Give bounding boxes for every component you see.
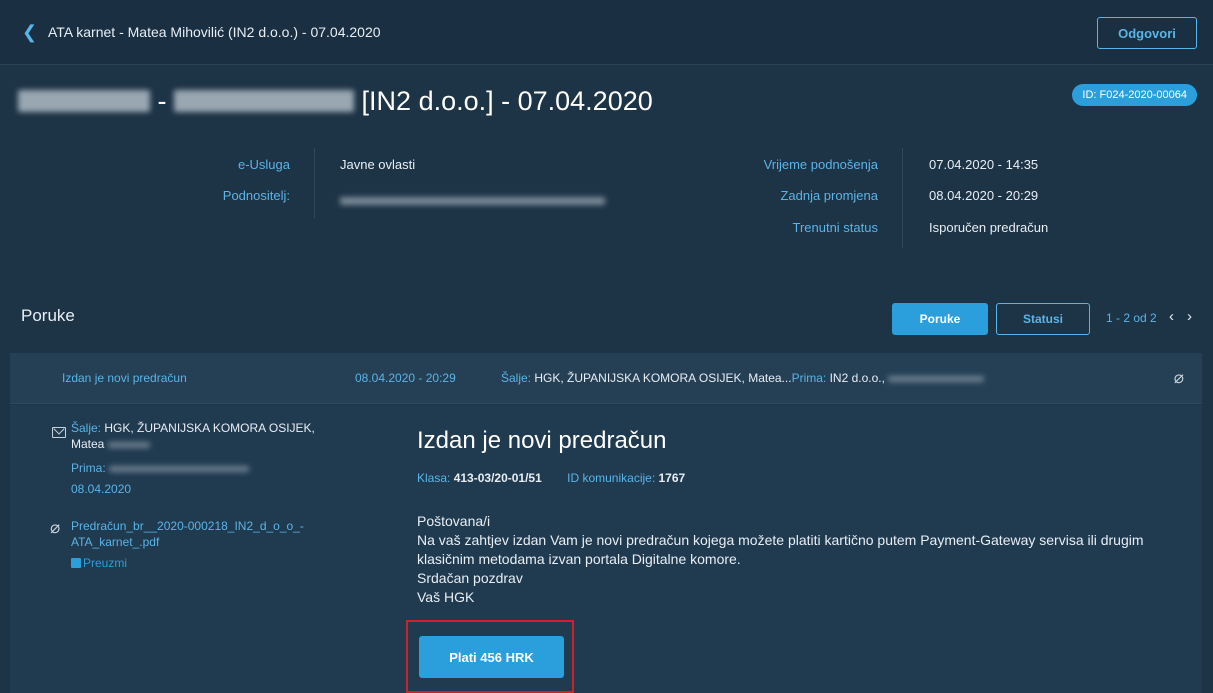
podnositelj-label: Podnositelj:: [222, 188, 290, 203]
message-date: 08.04.2020: [71, 482, 132, 496]
title-rest: [IN2 d.o.o.] - 07.04.2020: [361, 86, 653, 116]
reply-button[interactable]: Odgovori: [1097, 17, 1197, 49]
chevron-left-icon[interactable]: ❮: [22, 22, 42, 42]
id-badge: ID: F024-2020-00064: [1072, 84, 1197, 106]
body-signature: Vaš HGK: [417, 589, 475, 605]
current-status-label: Trenutni status: [792, 220, 878, 235]
pager-text: 1 - 2 od 2: [1106, 311, 1157, 325]
download-label: Preuzmi: [83, 556, 128, 570]
redacted-text: [18, 89, 150, 112]
klasa-label: Klasa:: [417, 471, 451, 485]
topbar-title: ATA karnet - Matea Mihovilić (IN2 d.o.o.…: [48, 24, 381, 40]
body-paragraph: Na vaš zahtjev izdan Vam je novi predrač…: [417, 532, 1144, 567]
redacted-text: [107, 441, 150, 448]
last-change-label: Zadnja promjena: [780, 188, 878, 203]
message-body: Poštovana/i Na vaš zahtjev izdan Vam je …: [417, 512, 1177, 607]
download-link[interactable]: Preuzmi: [71, 555, 127, 571]
message-detail: Šalje: HGK, ŽUPANIJSKA KOMORA OSIJEK, Ma…: [10, 405, 1202, 693]
sender-block: Šalje: HGK, ŽUPANIJSKA KOMORA OSIJEK, Ma…: [71, 420, 331, 452]
tab-statuses[interactable]: Statusi: [996, 303, 1090, 335]
e-usluga-value: Javne ovlasti: [340, 157, 416, 172]
divider: [902, 148, 903, 248]
sender-label: Šalje:: [501, 371, 532, 385]
attachment-link[interactable]: Predračun_br__2020-000218_IN2_d_o_o_- AT…: [71, 518, 304, 550]
chevron-left-icon[interactable]: ‹: [1169, 308, 1174, 325]
page-title: - [IN2 d.o.o.] - 07.04.2020: [18, 86, 653, 117]
message-subject: Izdan je novi predračun: [62, 371, 187, 385]
recipient-label: Prima:: [791, 371, 827, 385]
redacted-text: [340, 196, 605, 205]
messages-title: Poruke: [21, 306, 75, 325]
chevron-right-icon[interactable]: ›: [1187, 308, 1192, 325]
submitted-time-label: Vrijeme podnošenja: [763, 157, 878, 172]
message-date: 08.04.2020 - 20:29: [355, 371, 456, 385]
comm-id-value: 1767: [658, 471, 686, 485]
save-icon: [71, 558, 81, 568]
recipient-block: Prima:: [71, 460, 250, 476]
sender-name: HGK, ŽUPANIJSKA KOMORA OSIJEK, Matea...: [534, 371, 792, 385]
paperclip-icon: ⌀: [50, 518, 61, 537]
request-header: - [IN2 d.o.o.] - 07.04.2020 ID: F024-202…: [0, 66, 1213, 291]
body-greeting: Poštovana/i: [417, 513, 491, 529]
message-participants: Šalje: HGK, ŽUPANIJSKA KOMORA OSIJEK, Ma…: [501, 371, 985, 385]
body-closing: Srdačan pozdrav: [417, 570, 523, 586]
last-change-value: 08.04.2020 - 20:29: [929, 188, 1039, 203]
message-heading: Izdan je novi predračun: [417, 427, 667, 454]
messages-header: Poruke Poruke Statusi 1 - 2 od 2 ‹ ›: [0, 291, 1213, 351]
message-row[interactable]: Izdan je novi predračun 08.04.2020 - 20:…: [10, 353, 1202, 404]
recipient-label: Prima:: [71, 461, 106, 475]
current-status-value: Isporučen predračun: [929, 220, 1049, 235]
podnositelj-value: [340, 192, 605, 207]
envelope-icon: [52, 427, 66, 438]
tab-messages[interactable]: Poruke: [892, 303, 988, 335]
sender-line2: Matea: [71, 437, 105, 451]
message-meta: Klasa: 413-03/20-01/51 ID komunikacije: …: [417, 471, 685, 485]
title-separator: -: [157, 86, 167, 116]
sender-line1: HGK, ŽUPANIJSKA KOMORA OSIJEK,: [104, 421, 315, 435]
recipient-name: IN2 d.o.o.,: [829, 371, 885, 385]
submitted-time-value: 07.04.2020 - 14:35: [929, 157, 1039, 172]
pay-button[interactable]: Plati 456 HRK: [419, 636, 564, 678]
top-bar: ❮ ATA karnet - Matea Mihovilić (IN2 d.o.…: [0, 0, 1213, 65]
paperclip-icon: ⌀: [1173, 368, 1184, 387]
redacted-text: [174, 89, 355, 112]
attachment-name-line1: Predračun_br__2020-000218_IN2_d_o_o_-: [71, 519, 304, 533]
redacted-text: [109, 465, 250, 472]
klasa-value: 413-03/20-01/51: [453, 471, 542, 485]
comm-id-label: ID komunikacije:: [567, 471, 656, 485]
redacted-text: [888, 375, 985, 382]
attachment-name-line2: ATA_karnet_.pdf: [71, 535, 160, 549]
e-usluga-label: e-Usluga: [237, 157, 290, 172]
divider: [314, 148, 315, 218]
sender-label: Šalje:: [71, 421, 102, 435]
